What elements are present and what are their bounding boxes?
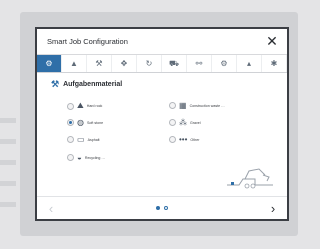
radio-button[interactable] bbox=[169, 119, 176, 126]
radio-button[interactable] bbox=[67, 154, 74, 161]
close-icon[interactable]: ✕ bbox=[263, 33, 281, 50]
pagination-bar: ‹ › bbox=[37, 196, 287, 219]
option-label: Asphalt bbox=[87, 137, 100, 142]
page-indicator bbox=[156, 206, 168, 210]
mountain-icon: ▲ bbox=[70, 59, 78, 68]
previous-button[interactable]: ‹ bbox=[37, 201, 65, 216]
tab-mountain[interactable]: ▲ bbox=[62, 55, 87, 72]
recycling-icon: ◒ bbox=[77, 153, 82, 162]
option-label: Recycling … bbox=[84, 155, 106, 160]
tab-rotate[interactable]: ↻ bbox=[137, 55, 162, 72]
dialog-titlebar: Smart Job Configuration ✕ bbox=[37, 29, 287, 55]
tab-machine[interactable]: ⛟ bbox=[162, 55, 187, 72]
rock-icon: ⛰ bbox=[77, 101, 84, 110]
option-label: Soft stone bbox=[86, 120, 104, 125]
page-dot[interactable] bbox=[164, 206, 168, 210]
radio-button[interactable] bbox=[169, 102, 176, 109]
excavator-illustration bbox=[227, 168, 273, 189]
link-icon: ⚯ bbox=[195, 59, 203, 68]
rotate-icon: ↻ bbox=[145, 59, 153, 68]
tab-shovel[interactable]: ⚒ bbox=[87, 55, 112, 72]
option-label: Gravel bbox=[190, 120, 201, 125]
option-rock[interactable]: ⛰ Hard rock bbox=[67, 101, 102, 111]
gravel-icon: ⁂ bbox=[179, 118, 187, 127]
material-icon: ⚒ bbox=[51, 79, 60, 89]
next-button[interactable]: › bbox=[259, 201, 287, 216]
cone-icon: ▴ bbox=[246, 59, 251, 68]
asphalt-icon: ▭ bbox=[77, 135, 85, 144]
compass-icon: ✥ bbox=[120, 59, 128, 68]
other-icon: ••• bbox=[179, 135, 188, 144]
tab-cone[interactable]: ▴ bbox=[237, 55, 262, 72]
tab-tools[interactable]: ⚙ bbox=[212, 55, 237, 72]
settings-icon: ✱ bbox=[270, 59, 278, 68]
tab-settings[interactable]: ✱ bbox=[262, 55, 287, 72]
page-dot[interactable] bbox=[156, 206, 160, 210]
option-recycling[interactable]: ◒ Recycling … bbox=[67, 153, 105, 162]
option-asphalt[interactable]: ▭ Asphalt bbox=[67, 135, 100, 144]
radio-button[interactable] bbox=[67, 119, 74, 126]
material-icon: ⚙ bbox=[45, 59, 53, 68]
shovel-icon: ⚒ bbox=[95, 59, 103, 68]
tab-compass[interactable]: ✥ bbox=[112, 55, 137, 72]
tools-icon: ⚙ bbox=[220, 59, 228, 68]
radio-button[interactable] bbox=[169, 136, 176, 143]
dialog-window: Smart Job Configuration ✕ ⚙ ▲ ⚒ ✥ ↻ ⛟ ⚯ ⚙ ▴ ✱ ⚒ A… bbox=[37, 29, 287, 219]
radio-button[interactable] bbox=[67, 136, 74, 143]
option-gravel[interactable]: ⁂ Gravel bbox=[169, 118, 201, 127]
section-title: Aufgabenmaterial bbox=[63, 81, 123, 88]
machine-icon: ⛟ bbox=[168, 58, 180, 68]
radio-button[interactable] bbox=[67, 102, 74, 110]
option-soft-stone[interactable]: ◍ Soft stone bbox=[67, 118, 103, 127]
tab-link[interactable]: ⚯ bbox=[187, 55, 212, 72]
section-header: ⚒ Aufgabenmaterial bbox=[37, 73, 287, 90]
option-other[interactable]: ••• Other bbox=[169, 135, 199, 144]
option-construction-waste[interactable]: ▦ Construction waste … bbox=[169, 101, 225, 110]
background-strips bbox=[0, 118, 16, 223]
dialog-title: Smart Job Configuration bbox=[47, 37, 128, 46]
construction-waste-icon: ▦ bbox=[179, 101, 187, 110]
option-label: Construction waste … bbox=[189, 103, 225, 108]
tab-bar: ⚙ ▲ ⚒ ✥ ↻ ⛟ ⚯ ⚙ ▴ ✱ bbox=[37, 55, 287, 73]
soft-stone-icon: ◍ bbox=[77, 118, 84, 127]
option-label: Other bbox=[190, 137, 200, 142]
tab-material[interactable]: ⚙ bbox=[37, 55, 62, 72]
option-label: Hard rock bbox=[86, 104, 103, 108]
